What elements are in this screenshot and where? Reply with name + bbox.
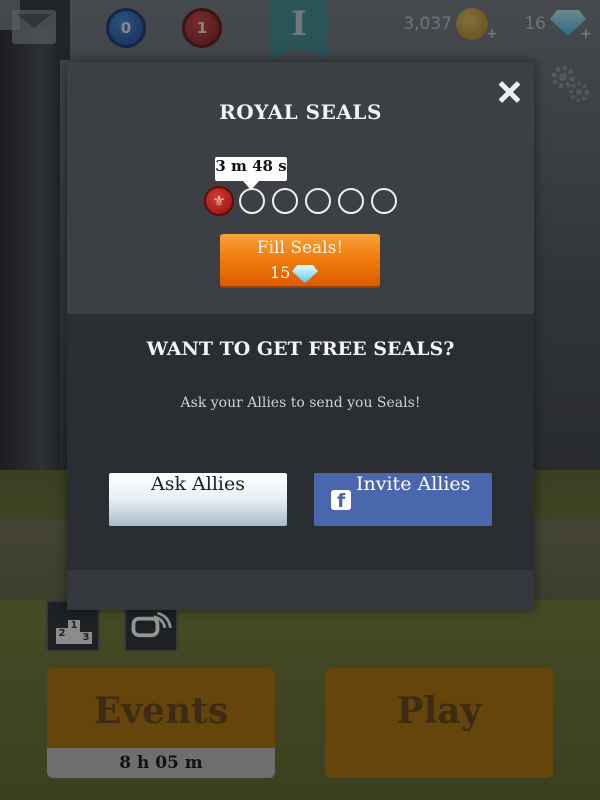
invite-allies-button[interactable]: Invite Allies (314, 473, 492, 526)
fill-seals-button[interactable]: Fill Seals! 15 (220, 234, 380, 288)
ask-allies-button[interactable]: Ask Allies (109, 473, 287, 526)
royal-seals-dialog: ROYAL SEALS 3 m 48 s ⚜ Fill Seals! 15 WA… (67, 62, 534, 610)
facebook-icon (331, 490, 351, 512)
fill-seals-cost: 15 (270, 263, 291, 282)
dialog-footer (67, 570, 534, 610)
free-seals-heading: WANT TO GET FREE SEALS? (146, 338, 455, 360)
free-seals-subtitle: Ask your Allies to send you Seals! (180, 395, 421, 411)
seal-empty-slot (371, 188, 397, 214)
seal-empty-slot (239, 188, 265, 214)
seal-empty-slot (305, 188, 331, 214)
seal-filled-icon: ⚜ (204, 186, 234, 216)
seal-timer: 3 m 48 s (215, 157, 287, 190)
seal-empty-slot (338, 188, 364, 214)
fill-seals-label: Fill Seals! (256, 238, 344, 258)
seal-empty-slot (272, 188, 298, 214)
gem-icon (292, 265, 318, 283)
invite-allies-label: Invite Allies (356, 473, 471, 495)
dialog-title: ROYAL SEALS (219, 100, 382, 124)
